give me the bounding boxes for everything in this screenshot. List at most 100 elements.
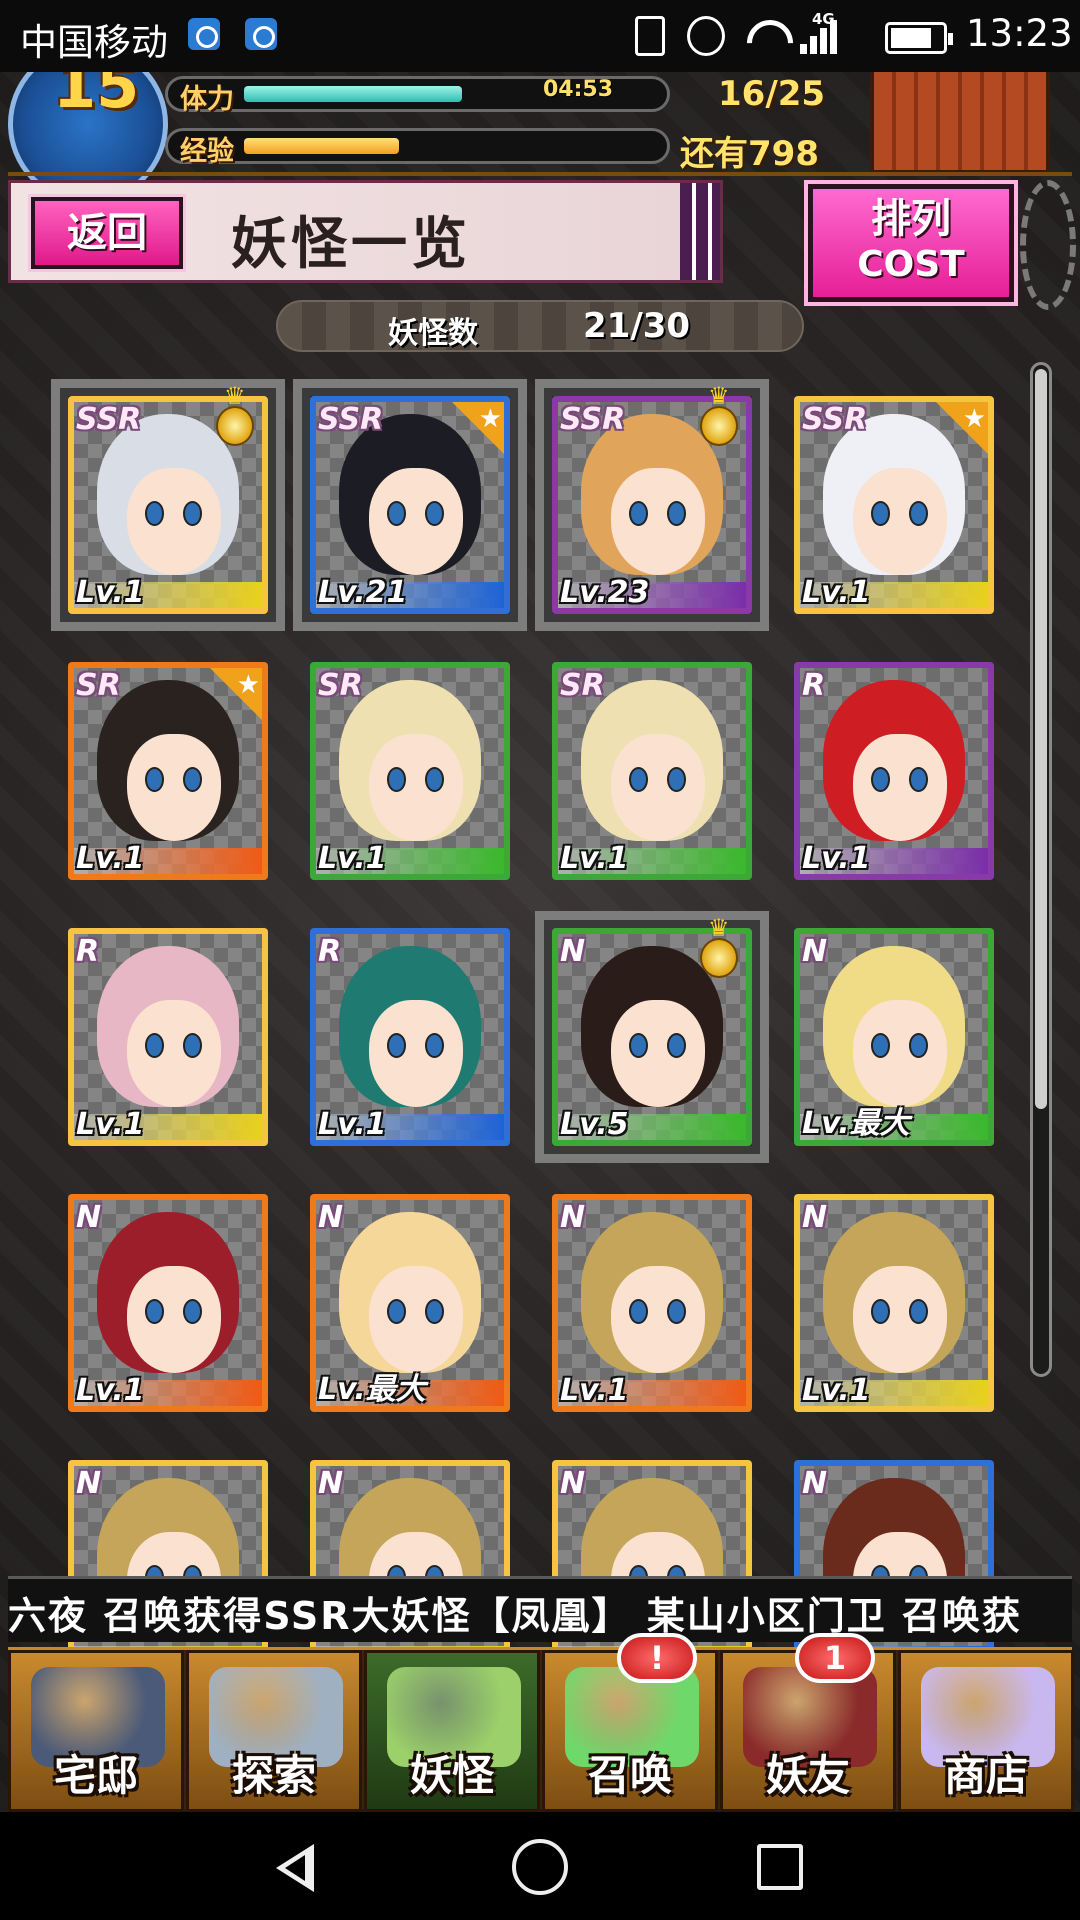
sort-button[interactable]: 排列 COST [804,180,1018,306]
app-notification-icon [188,18,220,50]
portrait-eye [667,500,686,526]
rarity-badge: N [76,1200,102,1235]
portrait-eye [387,500,407,526]
card-level: Lv.1 [318,841,387,876]
portrait-face [852,999,947,1108]
portrait-face [368,1265,463,1374]
sort-label: 排列 [871,196,951,242]
portrait-eye [629,500,649,526]
crown-medal-icon [700,382,738,446]
portrait-eye [183,1298,202,1324]
portrait-eye [183,500,202,526]
card-level: Lv.1 [76,575,145,610]
player-level: 15 [53,72,140,122]
nav-label: 妖友 [765,1751,850,1800]
exp-label: 经验 [180,136,234,167]
portrait-eye [425,1298,444,1324]
card-level: Lv.21 [318,575,408,610]
portrait-eye [145,766,165,792]
yokai-card[interactable]: N Lv.最大 [794,928,994,1146]
yokai-card[interactable]: N Lv.最大 [310,1194,510,1412]
rarity-badge: R [76,934,100,969]
portrait-face [126,999,221,1108]
nav-yokai-button[interactable]: 妖怪 [364,1650,540,1812]
carrier-name: 中国移动 [20,21,168,64]
status-bar: 中国移动 4G 13:23 [0,0,1080,72]
card-level: Lv.最大 [318,1372,426,1407]
yokai-card[interactable]: SR Lv.1 [68,662,268,880]
yokai-card[interactable]: R Lv.1 [68,928,268,1146]
nav-label: 妖怪 [409,1751,494,1800]
portrait-eye [909,500,928,526]
exp-bar: 经验 [165,128,670,167]
portrait-eye [909,1032,928,1058]
nav-explore-button[interactable]: 探索 [186,1650,362,1812]
portrait-face [610,1265,705,1374]
card-level: Lv.1 [560,1373,629,1408]
nav-friends-button[interactable]: 妖友 1 [720,1633,896,1812]
yokai-card[interactable]: N Lv.1 [552,1194,752,1412]
home-icon[interactable] [512,1839,568,1895]
portrait-face [368,999,463,1108]
back-icon[interactable] [272,1842,322,1892]
yokai-card[interactable]: N Lv.1 [794,1194,994,1412]
nav-shop-button[interactable]: 商店 [898,1650,1074,1812]
yokai-card[interactable]: SR Lv.1 [310,662,510,880]
yokai-card[interactable]: SSR Lv.1 [51,379,285,631]
stamina-count: 16/25 [718,74,826,114]
yokai-card-grid: SSR Lv.1 SSR Lv.21 SSR Lv.23 SSR Lv.1 SR Lv.1 SR Lv… [0,372,1080,1647]
portrait-eye [871,1298,891,1324]
rarity-badge: R [318,934,342,969]
title-bar: 返回 妖怪一览 [8,180,723,283]
crown-medal-icon [216,382,254,446]
clock: 13:23 [966,12,1073,55]
stamina-timer: 04:53 [543,77,614,102]
rarity-badge: SR [318,668,363,703]
yokai-count-bar: 妖怪数 21/30 [276,300,804,352]
alarm-icon [687,16,725,56]
nav-label: 召唤 [587,1751,672,1800]
portrait-eye [387,1298,407,1324]
nav-label: 探索 [231,1751,316,1800]
yokai-card[interactable]: SSR Lv.21 [293,379,527,631]
yokai-card[interactable]: SSR Lv.23 [535,379,769,631]
card-level: Lv.1 [802,575,871,610]
treasure-chest-icon[interactable] [870,72,1050,174]
star-icon [452,402,504,454]
vibrate-icon [635,16,665,56]
yokai-card[interactable]: SSR Lv.1 [794,396,994,614]
wifi-icon [747,16,787,56]
header-divider [8,172,1072,176]
scrollbar[interactable] [1030,362,1052,1377]
yokai-card[interactable]: N Lv.1 [68,1194,268,1412]
nav-mansion-button[interactable]: 宅邸 [8,1650,184,1812]
rarity-badge: R [802,668,826,703]
card-level: Lv.5 [560,1107,629,1142]
portrait-face [852,1265,947,1374]
yokai-card[interactable]: R Lv.1 [310,928,510,1146]
rarity-badge: SSR [802,402,868,437]
bottom-nav: 宅邸 探索 妖怪 召唤! 妖友 1 商店 [8,1633,1074,1812]
star-icon [936,402,988,454]
scroll-thumb[interactable] [1035,369,1047,1109]
portrait-eye [425,1032,444,1058]
rarity-badge: N [318,1200,344,1235]
recent-apps-icon[interactable] [757,1844,803,1890]
card-level: Lv.1 [802,1373,871,1408]
portrait-face [368,733,463,842]
portrait-eye [909,1298,928,1324]
portrait-eye [387,1032,407,1058]
card-level: Lv.1 [560,841,629,876]
yokai-card[interactable]: SR Lv.1 [552,662,752,880]
yokai-card[interactable]: N Lv.5 [535,911,769,1163]
rarity-badge: N [76,1466,102,1501]
yokai-card[interactable]: R Lv.1 [794,662,994,880]
portrait-eye [667,1032,686,1058]
nav-summon-button[interactable]: 召唤! [542,1633,718,1812]
portrait-face [126,467,221,576]
star-icon [210,668,262,720]
card-level: Lv.最大 [802,1106,910,1141]
sort-value: COST [857,244,965,285]
portrait-face [126,733,221,842]
back-button[interactable]: 返回 [28,194,186,272]
